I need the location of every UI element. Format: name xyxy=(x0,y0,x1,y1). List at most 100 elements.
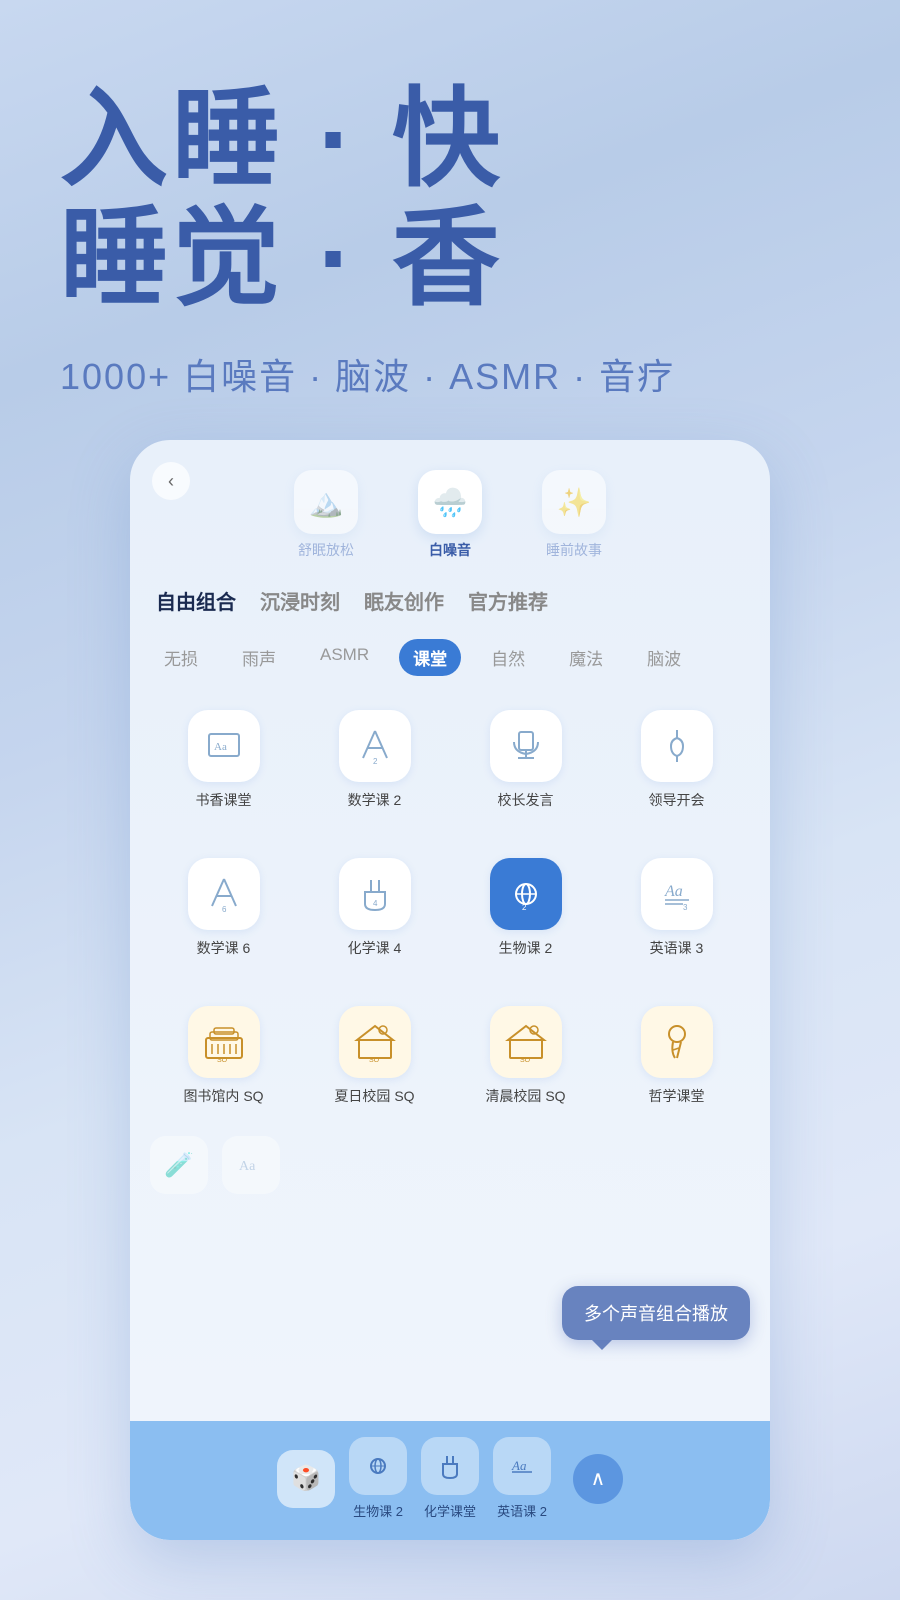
sound-philosophy-icon xyxy=(641,1006,713,1078)
svg-text:Aa: Aa xyxy=(664,883,683,900)
cat-tab-free-combo[interactable]: 自由组合 xyxy=(156,586,236,615)
player-english2-label: 英语课 2 xyxy=(497,1501,547,1520)
cat-tab-immersive[interactable]: 沉浸时刻 xyxy=(260,586,340,615)
svg-text:6: 6 xyxy=(222,905,227,914)
sound-book-classroom-label: 书香课堂 xyxy=(196,790,252,810)
sound-principal-speech-icon xyxy=(490,710,562,782)
sound-grid-row1: Aa 书香课堂 2 数学课 2 xyxy=(130,684,770,832)
sound-library-sq[interactable]: SQ 图书馆内 SQ xyxy=(150,990,297,1118)
svg-text:3: 3 xyxy=(683,903,688,912)
sound-math-2-icon: 2 xyxy=(339,710,411,782)
player-item-english2[interactable]: Aa 英语课 2 xyxy=(493,1437,551,1520)
player-expand-button[interactable]: ∧ xyxy=(573,1454,623,1504)
player-item-bio2[interactable]: 生物课 2 xyxy=(349,1437,407,1520)
tab-white-noise-label: 白噪音 xyxy=(429,540,471,560)
cat-tab-official[interactable]: 官方推荐 xyxy=(468,586,548,615)
svg-text:SQ: SQ xyxy=(520,1057,531,1062)
hero-section: 入睡 · 快 睡觉 · 香 1000+ 白噪音 · 脑波 · ASMR · 音疗 xyxy=(0,0,900,430)
sound-math-2[interactable]: 2 数学课 2 xyxy=(301,694,448,822)
player-bio2-label: 生物课 2 xyxy=(353,1501,403,1520)
player-items: 🎲 生物课 2 xyxy=(150,1437,750,1520)
sound-book-classroom-icon: Aa xyxy=(188,710,260,782)
sound-book-classroom[interactable]: Aa 书香课堂 xyxy=(150,694,297,822)
tab-white-noise[interactable]: 🌧️ 白噪音 xyxy=(418,470,482,560)
player-random-button[interactable]: 🎲 xyxy=(277,1450,335,1508)
sound-chem-4[interactable]: 4 化学课 4 xyxy=(301,842,448,970)
tab-bedtime-story-label: 睡前故事 xyxy=(546,540,602,560)
sound-grid-row2: 6 数学课 6 4 化学课 4 2 xyxy=(130,832,770,980)
sound-summer-campus-sq-label: 夏日校园 SQ xyxy=(334,1086,414,1106)
sound-morning-campus-sq-icon: SQ xyxy=(490,1006,562,1078)
player-english2-icon: Aa xyxy=(493,1437,551,1495)
sound-principal-speech[interactable]: 校长发言 xyxy=(452,694,599,822)
svg-text:2: 2 xyxy=(373,757,378,766)
extra-item-2: Aa xyxy=(222,1136,280,1194)
tab-sleep-relax-icon: 🏔️ xyxy=(294,470,358,534)
sound-math-6-icon: 6 xyxy=(188,858,260,930)
sub-tab-lossless[interactable]: 无损 xyxy=(150,639,212,676)
svg-text:4: 4 xyxy=(373,899,378,908)
sound-bio-2-label: 生物课 2 xyxy=(499,938,553,958)
sub-tab-asmr[interactable]: ASMR xyxy=(306,639,383,676)
tabs-row: 🏔️ 舒眠放松 🌧️ 白噪音 ✨ 睡前故事 xyxy=(130,450,770,570)
cat-tab-user-created[interactable]: 眠友创作 xyxy=(364,586,444,615)
sound-morning-campus-sq[interactable]: SQ 清晨校园 SQ xyxy=(452,990,599,1118)
sub-tab-rain[interactable]: 雨声 xyxy=(228,639,290,676)
svg-text:SQ: SQ xyxy=(369,1057,380,1062)
sound-summer-campus-sq[interactable]: SQ 夏日校园 SQ xyxy=(301,990,448,1118)
sub-tab-brainwave[interactable]: 脑波 xyxy=(633,639,695,676)
svg-text:Aa: Aa xyxy=(511,1458,527,1473)
sound-library-sq-icon: SQ xyxy=(188,1006,260,1078)
sound-chem-4-label: 化学课 4 xyxy=(348,938,402,958)
sound-principal-speech-label: 校长发言 xyxy=(498,790,554,810)
tooltip-multi-sound: 多个声音组合播放 xyxy=(562,1286,750,1340)
sound-bio-2-icon: 2 xyxy=(490,858,562,930)
sound-philosophy[interactable]: 哲学课堂 xyxy=(603,990,750,1118)
tooltip-text: 多个声音组合播放 xyxy=(584,1304,728,1324)
sub-tab-magic[interactable]: 魔法 xyxy=(555,639,617,676)
sound-morning-campus-sq-label: 清晨校园 SQ xyxy=(485,1086,565,1106)
svg-text:SQ: SQ xyxy=(217,1057,228,1062)
tab-sleep-relax[interactable]: 🏔️ 舒眠放松 xyxy=(294,470,358,560)
sound-grid-row3: SQ 图书馆内 SQ SQ 夏日校园 SQ xyxy=(130,980,770,1128)
hero-subtitle: 1000+ 白噪音 · 脑波 · ASMR · 音疗 xyxy=(60,348,840,400)
sound-summer-campus-sq-icon: SQ xyxy=(339,1006,411,1078)
player-chem-class-label: 化学课堂 xyxy=(424,1501,476,1520)
hero-line1: 入睡 · 快 xyxy=(60,80,840,199)
sound-math-6-label: 数学课 6 xyxy=(197,938,251,958)
sound-bio-2[interactable]: 2 生物课 2 xyxy=(452,842,599,970)
category-tabs: 自由组合 沉浸时刻 眠友创作 官方推荐 xyxy=(130,570,770,631)
hero-title: 入睡 · 快 睡觉 · 香 xyxy=(60,80,840,318)
svg-text:Aa: Aa xyxy=(239,1159,256,1174)
sub-tab-classroom[interactable]: 课堂 xyxy=(399,639,461,676)
sound-english-3-icon: Aa 3 xyxy=(641,858,713,930)
player-chem-class-icon xyxy=(421,1437,479,1495)
tab-sleep-relax-label: 舒眠放松 xyxy=(298,540,354,560)
sound-english-3-label: 英语课 3 xyxy=(650,938,704,958)
player-bio2-icon xyxy=(349,1437,407,1495)
sub-tab-nature[interactable]: 自然 xyxy=(477,639,539,676)
sound-philosophy-label: 哲学课堂 xyxy=(649,1086,705,1106)
sound-math-6[interactable]: 6 数学课 6 xyxy=(150,842,297,970)
sound-library-sq-label: 图书馆内 SQ xyxy=(183,1086,263,1106)
phone-mockup: ‹ 🏔️ 舒眠放松 🌧️ 白噪音 ✨ 睡前故事 自由组合 沉浸时刻 眠友创作 官… xyxy=(130,440,770,1540)
tab-bedtime-story[interactable]: ✨ 睡前故事 xyxy=(542,470,606,560)
player-item-chem-class[interactable]: 化学课堂 xyxy=(421,1437,479,1520)
sound-chem-4-icon: 4 xyxy=(339,858,411,930)
svg-text:2: 2 xyxy=(522,903,527,912)
sound-leader-meeting-icon xyxy=(641,710,713,782)
svg-text:Aa: Aa xyxy=(214,741,227,753)
sound-leader-meeting[interactable]: 领导开会 xyxy=(603,694,750,822)
player-bar: 🎲 生物课 2 xyxy=(130,1421,770,1540)
hero-line2: 睡觉 · 香 xyxy=(60,199,840,318)
sound-math-2-label: 数学课 2 xyxy=(348,790,402,810)
chevron-up-icon: ∧ xyxy=(591,1469,606,1489)
back-button[interactable]: ‹ xyxy=(152,462,190,500)
tab-bedtime-story-icon: ✨ xyxy=(542,470,606,534)
dice-icon: 🎲 xyxy=(277,1450,335,1508)
tab-white-noise-icon: 🌧️ xyxy=(418,470,482,534)
extra-partial-row: 🧪 Aa xyxy=(130,1132,770,1198)
sound-english-3[interactable]: Aa 3 英语课 3 xyxy=(603,842,750,970)
sound-leader-meeting-label: 领导开会 xyxy=(649,790,705,810)
extra-item-1: 🧪 xyxy=(150,1136,208,1194)
